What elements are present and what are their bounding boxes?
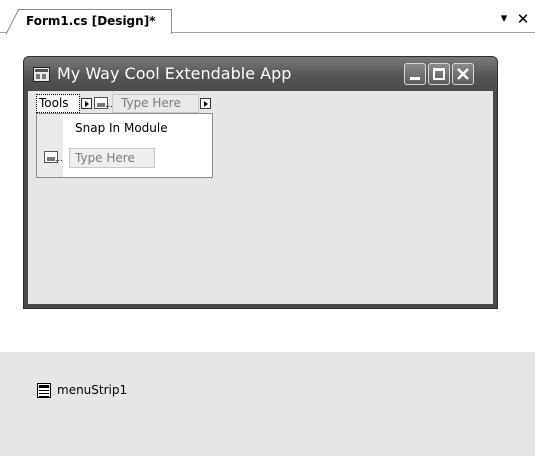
form-window[interactable]: My Way Cool Extendable App Tools Type He… (23, 56, 498, 309)
dropdown-type-here-box[interactable]: Type Here (69, 148, 155, 168)
menu-item-tools-label: Tools (39, 96, 69, 110)
tab-dropdown-icon[interactable]: ▾ (497, 12, 511, 26)
tray-item-menustrip1[interactable]: menuStrip1 (37, 382, 157, 400)
menu-type-here-label: Type Here (121, 96, 181, 110)
menustrip-icon (37, 383, 51, 398)
maximize-icon (433, 68, 445, 80)
form-client-area[interactable]: Tools Type Here Snap In Module Type Here (28, 91, 493, 304)
menu-type-here-box[interactable]: Type Here (112, 94, 199, 113)
tray-item-label: menuStrip1 (57, 383, 128, 397)
image-placeholder-icon[interactable] (94, 97, 113, 109)
document-tab-label: Form1.cs [Design]* (26, 14, 156, 28)
form-icon (33, 67, 50, 82)
form-titlebar[interactable]: My Way Cool Extendable App (24, 57, 497, 91)
component-tray: menuStrip1 (0, 352, 535, 456)
menu-item-tools[interactable]: Tools (36, 94, 80, 113)
tools-arrow-icon[interactable] (81, 98, 92, 109)
type-here-arrow-icon[interactable] (200, 98, 211, 109)
close-window-button[interactable] (452, 63, 474, 85)
close-icon[interactable]: ✕ (516, 12, 530, 27)
image-placeholder-icon[interactable] (44, 151, 63, 163)
document-tabstrip: Form1.cs [Design]* ▾ ✕ (0, 0, 535, 34)
minimize-button[interactable] (404, 63, 426, 85)
tools-dropdown: Snap In Module Type Here (36, 113, 213, 178)
maximize-button[interactable] (428, 63, 450, 85)
dropdown-image-margin (37, 114, 63, 177)
form-title: My Way Cool Extendable App (57, 64, 292, 83)
menu-item-snap-in-module[interactable]: Snap In Module (75, 121, 168, 135)
dropdown-type-here-label: Type Here (75, 151, 135, 165)
minimize-icon (410, 77, 420, 80)
close-window-icon (457, 68, 469, 80)
menustrip[interactable]: Tools Type Here (28, 91, 493, 115)
